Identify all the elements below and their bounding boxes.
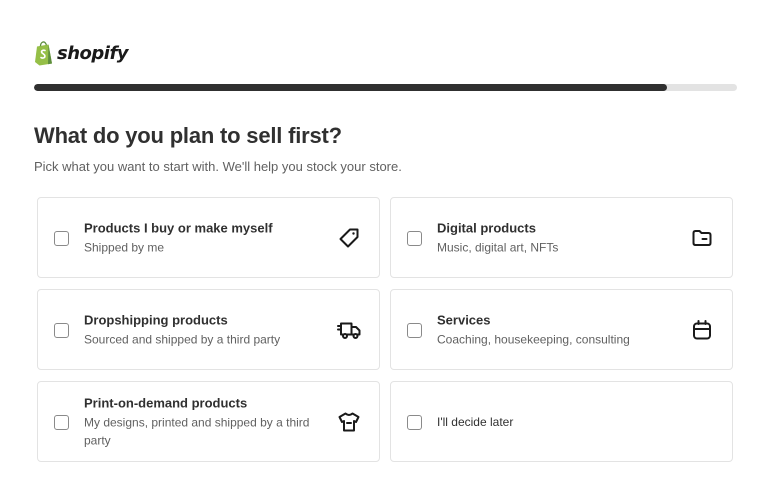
page-subtitle: Pick what you want to start with. We'll … (34, 159, 402, 174)
checkbox[interactable] (407, 230, 422, 246)
truck-icon (337, 318, 361, 342)
option-title: Dropshipping products (84, 312, 228, 327)
shopify-wordmark: shopify (57, 42, 129, 64)
option-title: Services (437, 312, 491, 327)
option-card-physical-products[interactable]: Products I buy or make myself Shipped by… (37, 197, 380, 278)
option-title: Products I buy or make myself (84, 220, 273, 235)
checkbox[interactable] (407, 414, 422, 430)
page-title: What do you plan to sell first? (34, 123, 342, 148)
shopify-bag-icon (35, 41, 52, 66)
option-card-services[interactable]: Services Coaching, housekeeping, consult… (390, 289, 733, 370)
option-subtitle: My designs, printed and shipped by a thi… (84, 415, 310, 447)
option-subtitle: Shipped by me (84, 240, 165, 254)
checkbox[interactable] (54, 322, 69, 338)
checkbox[interactable] (407, 322, 422, 338)
checkbox[interactable] (54, 230, 69, 246)
option-title: Print-on-demand products (84, 395, 248, 410)
option-card-decide-later[interactable]: I'll decide later (390, 381, 733, 462)
option-card-print-on-demand[interactable]: Print-on-demand products My designs, pri… (37, 381, 380, 462)
onboarding-progress-bar (34, 84, 737, 91)
option-card-dropshipping[interactable]: Dropshipping products Sourced and shippe… (37, 289, 380, 370)
option-subtitle: Sourced and shipped by a third party (84, 332, 281, 346)
option-title: Digital products (437, 220, 536, 235)
calendar-icon (690, 318, 714, 342)
option-subtitle: Music, digital art, NFTs (437, 240, 559, 254)
folder-icon (690, 226, 714, 250)
checkbox[interactable] (54, 414, 69, 430)
tag-icon (337, 226, 361, 250)
progress-bar-fill (34, 84, 667, 91)
option-label: I'll decide later (437, 414, 514, 429)
sell-options-grid: Products I buy or make myself Shipped by… (37, 197, 733, 462)
shopify-logo: shopify (34, 40, 129, 66)
tshirt-icon (337, 410, 361, 434)
option-subtitle: Coaching, housekeeping, consulting (437, 332, 630, 346)
option-card-digital-products[interactable]: Digital products Music, digital art, NFT… (390, 197, 733, 278)
